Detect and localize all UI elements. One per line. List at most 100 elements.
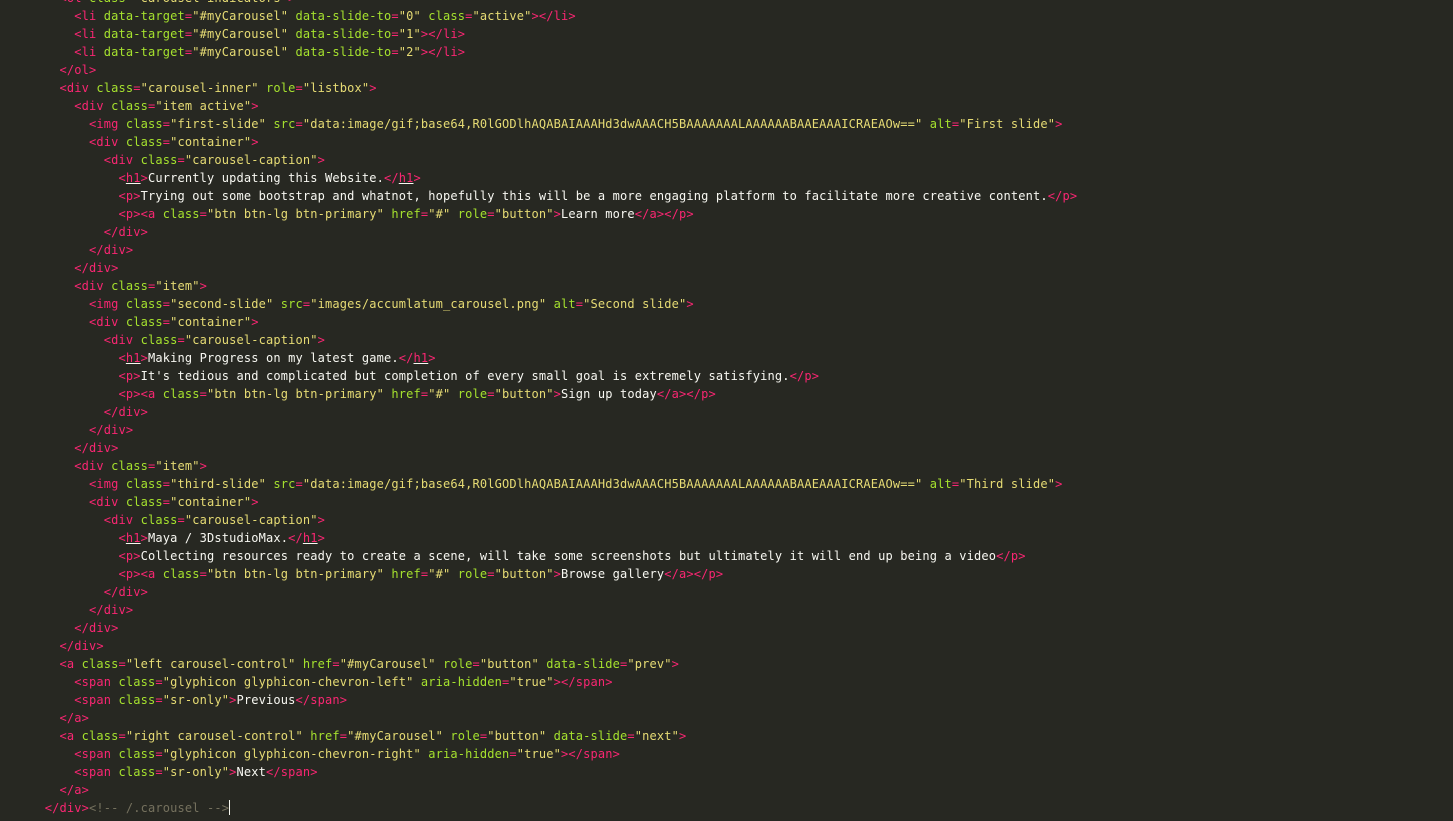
code-line[interactable]: </a>: [30, 781, 1077, 799]
tag-token: <li: [74, 9, 104, 23]
string-token: "#": [428, 207, 451, 221]
string-token: "true": [509, 675, 554, 689]
tag-token: [450, 567, 457, 581]
tag-token: >: [1055, 117, 1063, 131]
code-area[interactable]: <ol class="carousel-indicators"> <li dat…: [30, 0, 1077, 817]
code-line[interactable]: </a>: [30, 709, 1077, 727]
string-token: "glyphicon glyphicon-chevron-right": [162, 747, 421, 761]
string-token: "data:image/gif;base64,R0lGODlhAQABAIAAA…: [302, 477, 923, 491]
attribute-token: class: [111, 279, 148, 293]
code-line[interactable]: </div>: [30, 223, 1077, 241]
code-line[interactable]: </div>: [30, 421, 1077, 439]
code-line[interactable]: </ol>: [30, 61, 1077, 79]
code-line[interactable]: <ol class="carousel-indicators">: [30, 0, 1077, 7]
code-line[interactable]: <span class="glyphicon glyphicon-chevron…: [30, 673, 1077, 691]
attribute-token: class: [140, 153, 178, 167]
tag-token: =: [295, 81, 303, 95]
code-line[interactable]: <div class="item active">: [30, 97, 1077, 115]
code-line[interactable]: <img class="second-slide" src="images/ac…: [30, 295, 1077, 313]
tag-token: <div: [103, 513, 141, 527]
code-line[interactable]: <li data-target = "#myCarousel" data-slide…: [30, 25, 1077, 43]
code-line[interactable]: <p>Trying out some bootstrap and whatnot…: [30, 187, 1078, 205]
code-line[interactable]: <span class="sr-only">Next</span>: [30, 763, 1077, 781]
code-line[interactable]: <div class="item">: [30, 457, 1077, 475]
code-line[interactable]: <h1>Maya / 3DstudioMax.</h1>: [30, 529, 1077, 547]
string-token: "container": [170, 495, 252, 509]
code-line[interactable]: <h1>Currently updating this Website.</h1…: [30, 169, 1077, 187]
string-token: "item active": [155, 99, 252, 113]
string-token: "next": [634, 729, 679, 743]
string-token: "listbox": [302, 81, 370, 95]
code-line[interactable]: <span class="sr-only">Previous</span>: [30, 691, 1077, 709]
text-token: Collecting resources ready to create a s…: [140, 549, 997, 563]
string-token: "button": [479, 657, 539, 671]
code-line[interactable]: <div class="container">: [30, 493, 1077, 511]
code-line[interactable]: </div>: [30, 241, 1077, 259]
code-line[interactable]: <a class="right carousel-control" href="…: [30, 727, 1077, 745]
code-line[interactable]: <div class="carousel-caption">: [30, 331, 1077, 349]
string-token: "left carousel-control": [125, 657, 296, 671]
code-line[interactable]: </div>: [30, 619, 1077, 637]
tag-token: =: [118, 657, 126, 671]
text-token: Maya / 3DstudioMax.: [148, 531, 289, 545]
tag-token: ></li>: [420, 45, 466, 59]
code-line[interactable]: <div class="item">: [30, 277, 1077, 295]
tag-token: </a>: [59, 783, 89, 797]
code-line[interactable]: <div class="carousel-caption">: [30, 511, 1077, 529]
string-token: "first-slide": [170, 117, 266, 131]
attribute-token: href: [310, 729, 340, 743]
code-line[interactable]: <li data-target = "#myCarousel" data-slide…: [30, 43, 1077, 61]
code-line[interactable]: <div class="container">: [30, 313, 1077, 331]
tag-token: >: [679, 729, 687, 743]
code-line[interactable]: <span class="glyphicon glyphicon-chevron…: [30, 745, 1077, 763]
code-line[interactable]: </div>: [30, 439, 1077, 457]
code-line[interactable]: <p>Collecting resources ready to create …: [30, 547, 1077, 565]
code-line[interactable]: <img class="first-slide" src="data:image…: [30, 115, 1077, 133]
tag-token: </div>: [89, 243, 134, 257]
tag-token: =: [332, 657, 340, 671]
attribute-token: href: [391, 207, 421, 221]
tag-token: </div>: [74, 441, 119, 455]
code-line[interactable]: <div class="container">: [30, 133, 1077, 151]
code-line[interactable]: <img class="third-slide" src="data:image…: [30, 475, 1077, 493]
tag-name-token: h1: [125, 171, 141, 185]
attribute-token: src: [280, 297, 303, 311]
code-line[interactable]: </div>: [30, 583, 1077, 601]
code-line[interactable]: </div>: [30, 259, 1077, 277]
tag-token: =: [155, 693, 163, 707]
code-line[interactable]: <p><a class="btn btn-lg btn-primary" hre…: [30, 205, 1077, 223]
string-token: "#myCarousel": [192, 45, 289, 59]
code-line[interactable]: <p>It's tedious and complicated but comp…: [30, 367, 1077, 385]
code-line[interactable]: <h1>Making Progress on my latest game.</…: [30, 349, 1077, 367]
code-line[interactable]: </div><!-- /.carousel -->: [30, 799, 1077, 817]
tag-token: >: [369, 81, 377, 95]
tag-token: </div>: [103, 585, 148, 599]
code-line[interactable]: </div>: [30, 601, 1077, 619]
tag-token: =: [155, 675, 163, 689]
tag-token: >: [199, 459, 207, 473]
code-line[interactable]: </div>: [30, 637, 1077, 655]
string-token: "2": [398, 45, 421, 59]
code-line[interactable]: <li data-target = "#myCarousel" data-slide…: [30, 7, 1077, 25]
code-line[interactable]: <div class="carousel-inner" role="listbo…: [30, 79, 1077, 97]
tag-token: </span>: [295, 693, 348, 707]
code-line[interactable]: <p><a class="btn btn-lg btn-primary" hre…: [30, 565, 1077, 583]
code-line[interactable]: </div>: [30, 403, 1077, 421]
tag-token: [546, 729, 553, 743]
tag-token: </a></p>: [664, 567, 724, 581]
code-line[interactable]: <p><a class="btn btn-lg btn-primary" hre…: [30, 385, 1077, 403]
tag-token: <img: [89, 477, 126, 491]
code-editor[interactable]: <ol class="carousel-indicators"> <li dat…: [0, 0, 1453, 821]
text-token: Learn more: [561, 207, 635, 221]
string-token: "button": [494, 387, 554, 401]
code-line[interactable]: <div class="carousel-caption">: [30, 151, 1077, 169]
code-line[interactable]: <a class="left carousel-control" href="#…: [30, 655, 1077, 673]
